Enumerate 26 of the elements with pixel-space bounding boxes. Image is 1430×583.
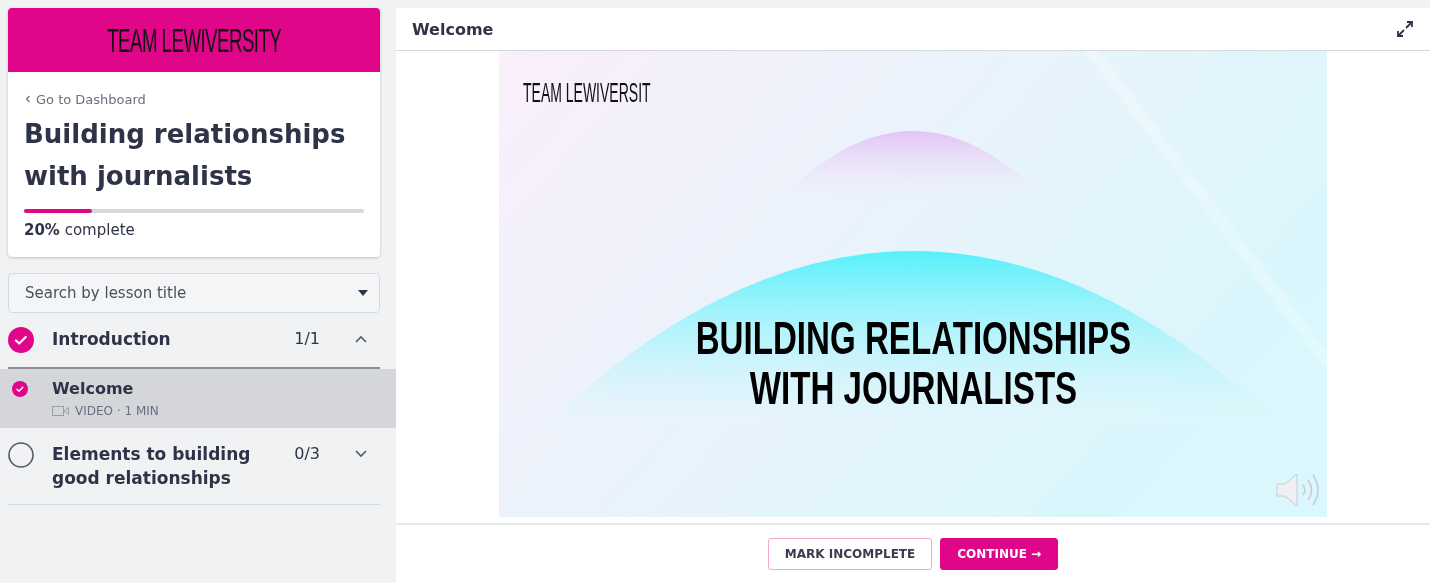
lesson-heading: Welcome [412, 19, 494, 39]
slide-headline: WITH JOURNALISTS [749, 363, 1077, 413]
search-field[interactable]: Search by lesson title [8, 273, 380, 313]
section-count: 0/3 [294, 443, 320, 465]
brand-logo: TEAM LEWIVERSITY [106, 20, 282, 60]
slide-headline: BUILDING RELATIONSHIPS [695, 313, 1131, 363]
continue-button[interactable]: CONTINUE → [940, 538, 1059, 570]
section-count: 1/1 [294, 328, 320, 350]
video-camera-icon [52, 406, 69, 416]
chevron-up-icon[interactable] [354, 334, 368, 344]
dashboard-link[interactable]: Go to Dashboard [24, 91, 146, 107]
section-title: Elements to building good relationships [52, 443, 252, 490]
lesson-item[interactable]: Welcome VIDEO · 1 MIN [0, 369, 396, 428]
section-header[interactable]: Elements to building good relationships 0/3 [8, 428, 380, 505]
expand-icon[interactable] [1396, 20, 1414, 38]
section-title: Introduction [52, 328, 172, 351]
course-title: Building relationships with journalists [24, 118, 347, 193]
lesson-title: Welcome [52, 379, 135, 398]
video-slide[interactable]: TEAM LEWIVERSIT BUILDING RELATIONSHIPS WITH JOURNALISTS [499, 51, 1327, 517]
progress-text: 20% complete [24, 221, 136, 239]
chevron-left-icon [24, 95, 32, 103]
slide-logo: TEAM LEWIVERSIT [523, 77, 651, 109]
chevron-down-icon[interactable] [354, 449, 368, 459]
mark-incomplete-button[interactable]: MARK INCOMPLETE [767, 538, 933, 570]
lesson-meta: VIDEO · 1 MIN [75, 404, 159, 418]
dropdown-caret-icon [358, 290, 368, 296]
